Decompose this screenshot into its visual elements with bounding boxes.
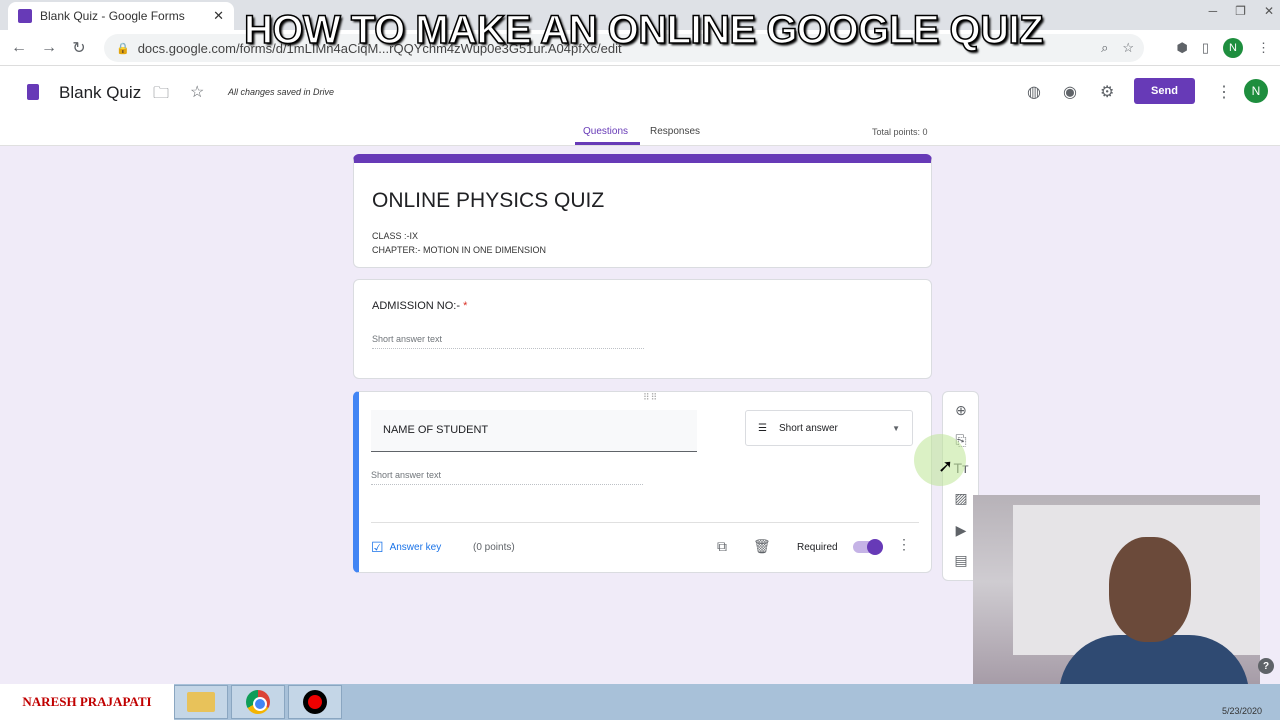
doc-title[interactable]: Blank Quiz [59, 83, 141, 103]
required-toggle[interactable] [853, 539, 883, 555]
star-icon[interactable]: ☆ [190, 82, 204, 102]
question-more-icon[interactable]: ⋮ [897, 536, 911, 553]
minimize-icon[interactable]: ─ [1209, 4, 1218, 18]
extension-icon[interactable]: ⬢ [1176, 40, 1187, 56]
forms-favicon-icon [18, 9, 32, 23]
question-title-input[interactable]: NAME OF STUDENT [371, 410, 697, 452]
add-question-icon[interactable]: ⊕ [952, 402, 970, 419]
zoom-icon[interactable]: ⌕ [1101, 40, 1108, 56]
forward-icon[interactable]: → [34, 39, 64, 57]
total-points: Total points: 0 [872, 127, 928, 137]
question-card-admission[interactable]: ADMISSION NO:- * Short answer text [353, 279, 932, 379]
webcam-overlay [973, 495, 1260, 712]
video-overlay-title: HOW TO MAKE AN ONLINE GOOGLE QUIZ [243, 7, 1044, 53]
add-video-icon[interactable]: ▶ [952, 522, 970, 539]
short-answer-placeholder: Short answer text [372, 334, 644, 349]
account-avatar[interactable]: N [1244, 79, 1268, 103]
window-controls: ─ ❐ ✕ [1209, 0, 1274, 18]
mouse-cursor-icon: ➚ [938, 456, 954, 476]
short-answer-placeholder: Short answer text [371, 470, 643, 485]
preview-eye-icon[interactable]: ◉ [1063, 82, 1077, 102]
add-section-icon[interactable]: ▤ [952, 552, 970, 569]
duplicate-icon[interactable]: ⧉ [717, 538, 727, 555]
forms-header: Blank Quiz 🗀 ☆ All changes saved in Driv… [0, 66, 1280, 146]
form-description-line2[interactable]: CHAPTER:- MOTION IN ONE DIMENSION [372, 245, 546, 255]
active-tab-indicator [575, 142, 640, 145]
answer-key-label: Answer key [389, 542, 442, 553]
restore-icon[interactable]: ❐ [1235, 4, 1246, 18]
drag-handle-icon[interactable]: ⠿⠿ [643, 392, 658, 403]
save-status: All changes saved in Drive [228, 87, 335, 97]
delete-trash-icon[interactable]: 🗑 [753, 538, 771, 555]
close-tab-icon[interactable]: ✕ [213, 8, 224, 24]
dropdown-caret-icon: ▼ [892, 423, 900, 433]
answer-key-button[interactable]: ☑ Answer key [371, 539, 441, 556]
forms-logo-icon[interactable] [27, 84, 39, 100]
question-card-active[interactable]: ⠿⠿ NAME OF STUDENT ☰ Short answer ▼ Shor… [353, 391, 932, 573]
settings-gear-icon[interactable]: ⚙ [1100, 82, 1114, 102]
question-type-select[interactable]: ☰ Short answer ▼ [745, 410, 913, 446]
reload-icon[interactable]: ↻ [64, 38, 94, 58]
question-label-text: ADMISSION NO:- [372, 300, 461, 312]
folder-icon[interactable]: 🗀 [153, 82, 169, 109]
taskbar-recorder[interactable] [288, 685, 342, 719]
question-label: ADMISSION NO:- * [372, 300, 467, 312]
points-label: (0 points) [473, 542, 515, 553]
windows-taskbar: NARESH PRAJAPATI 5/23/2020 [0, 684, 1280, 720]
send-button[interactable]: Send [1134, 78, 1195, 104]
tab-title: Blank Quiz - Google Forms [40, 9, 185, 23]
taskbar-date: 5/23/2020 [1221, 706, 1262, 716]
quiz-title[interactable]: ONLINE PHYSICS QUIZ [372, 189, 604, 213]
browser-menu-icon[interactable]: ⋮ [1257, 40, 1270, 56]
short-answer-type-icon: ☰ [758, 422, 767, 434]
tab-responses[interactable]: Responses [650, 126, 700, 137]
bookmark-star-icon[interactable]: ☆ [1122, 40, 1134, 56]
palette-icon[interactable]: ◍ [1027, 82, 1041, 102]
required-label: Required [797, 542, 838, 553]
browser-tab[interactable]: Blank Quiz - Google Forms ✕ [8, 2, 234, 30]
more-options-icon[interactable]: ⋮ [1216, 82, 1232, 102]
form-title-card[interactable]: ONLINE PHYSICS QUIZ CLASS :-IX CHAPTER:-… [353, 154, 932, 268]
form-description-line1[interactable]: CLASS :-IX [372, 231, 418, 241]
forms-tabs: Questions Responses Total points: 0 [0, 124, 1280, 146]
webcam-person-head [1109, 537, 1191, 642]
required-asterisk: * [463, 300, 468, 312]
close-window-icon[interactable]: ✕ [1264, 4, 1274, 18]
extension2-icon[interactable]: ▯ [1202, 40, 1209, 56]
chrome-icon [246, 690, 270, 714]
card-footer-divider [371, 522, 919, 523]
record-icon [303, 690, 327, 714]
help-icon[interactable]: ? [1258, 658, 1274, 674]
channel-brand: NARESH PRAJAPATI [0, 684, 174, 720]
answer-key-icon: ☑ [371, 539, 384, 555]
taskbar-explorer[interactable] [174, 685, 228, 719]
toggle-knob [867, 539, 883, 555]
folder-explorer-icon [187, 692, 215, 712]
tab-questions[interactable]: Questions [583, 126, 628, 137]
back-icon[interactable]: ← [4, 39, 34, 57]
add-image-icon[interactable]: ▨ [952, 490, 970, 507]
taskbar-chrome[interactable] [231, 685, 285, 719]
lock-icon: 🔒 [116, 42, 130, 55]
profile-avatar[interactable]: N [1223, 38, 1243, 58]
question-type-label: Short answer [778, 422, 838, 434]
